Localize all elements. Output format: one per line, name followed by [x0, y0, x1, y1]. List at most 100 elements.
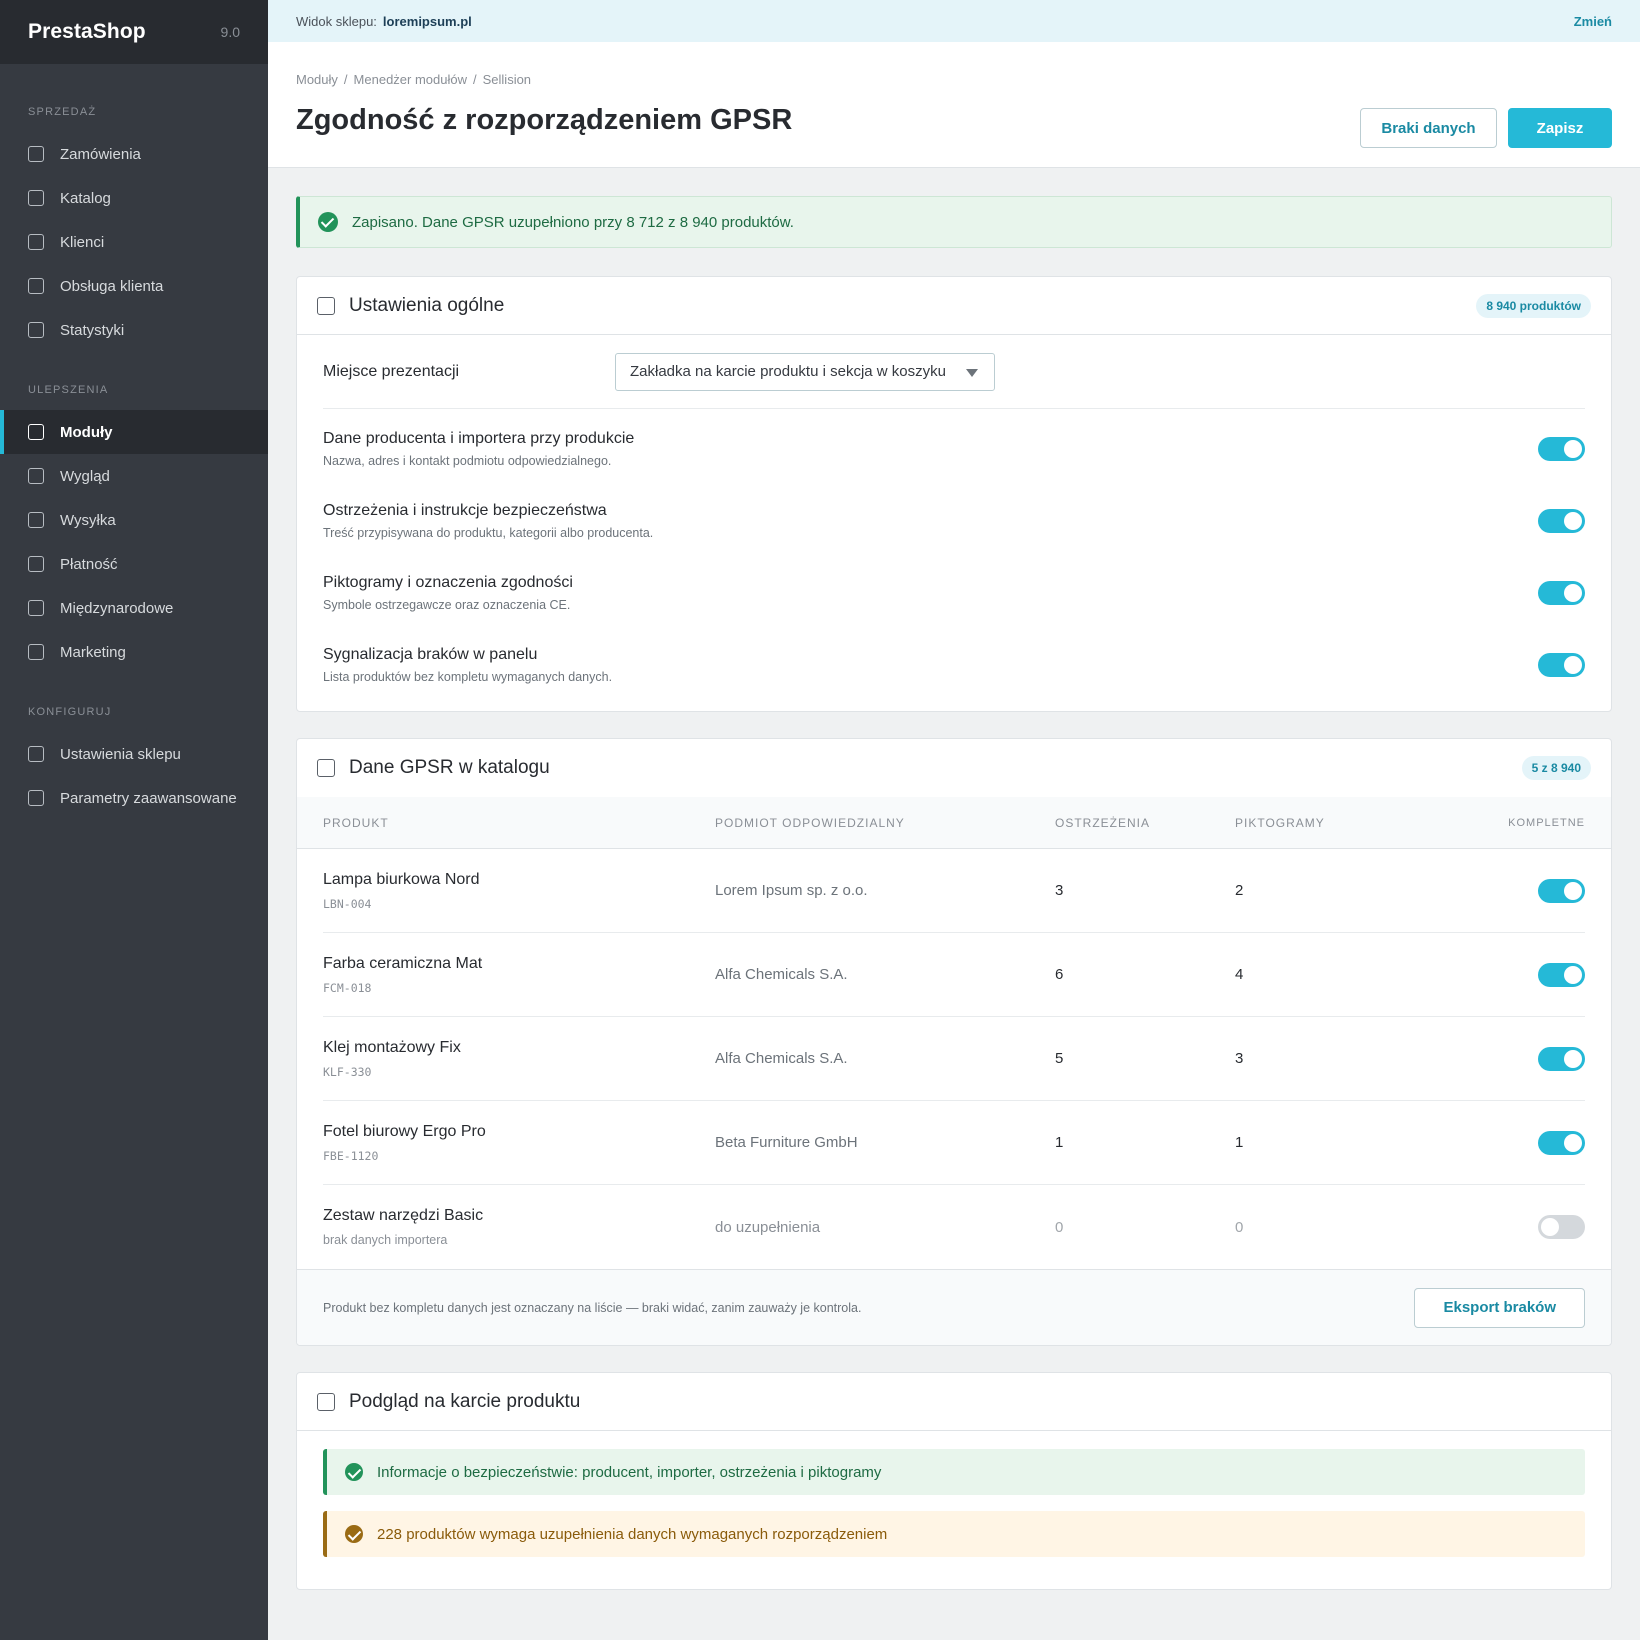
- brand-logo[interactable]: PrestaShop: [28, 20, 146, 44]
- responsible-subject: Lorem Ipsum sp. z o.o.: [715, 882, 868, 899]
- table-footer: Produkt bez kompletu danych jest oznacza…: [297, 1269, 1611, 1345]
- sidebar-item-stats[interactable]: Statystyki: [0, 308, 268, 352]
- card-header: Ustawienia ogólne 8 940 produktów: [297, 277, 1611, 335]
- pictograms-toggle[interactable]: [1538, 581, 1585, 605]
- product-name: Farba ceramiczna Mat: [323, 954, 483, 972]
- catalog-count-badge: 5 z 8 940: [1521, 756, 1591, 780]
- complete-toggle[interactable]: [1538, 1215, 1585, 1239]
- sidebar-item-international[interactable]: Międzynarodowe: [0, 586, 268, 630]
- toggle-title: Piktogramy i oznaczenia zgodności: [323, 574, 573, 591]
- placement-select[interactable]: Zakładka na karcie produktu i sekcja w k…: [615, 352, 995, 391]
- shop-context-bar: Widok sklepu: loremipsum.pl Zmień: [268, 0, 1640, 42]
- sidebar-item-modules[interactable]: Moduły: [0, 410, 268, 454]
- design-icon: [28, 468, 44, 484]
- customers-icon: [28, 234, 44, 250]
- complete-toggle[interactable]: [1538, 1046, 1585, 1071]
- sidebar-item-catalog[interactable]: Katalog: [0, 176, 268, 220]
- producer-toggle[interactable]: [1538, 437, 1585, 461]
- payment-icon: [28, 556, 44, 572]
- product-name: Klej montażowy Fix: [323, 1038, 461, 1056]
- version-label: 9.0: [220, 24, 240, 40]
- catalog-icon: [317, 759, 335, 777]
- export-missing-button[interactable]: Eksport braków: [1414, 1287, 1585, 1328]
- table-row[interactable]: Farba ceramiczna Mat FCM-018 Alfa Chemica…: [323, 933, 1585, 1017]
- responsible-subject: Beta Furniture GmbH: [715, 1134, 858, 1151]
- settings-icon: [317, 296, 335, 315]
- customer-service-icon: [28, 278, 44, 294]
- breadcrumb: Moduły / Menedżer modułów / Sellision: [296, 72, 531, 87]
- sidebar-item-marketing[interactable]: Marketing: [0, 630, 268, 674]
- product-sku: LBN-004: [323, 896, 372, 911]
- product-name: Lampa biurkowa Nord: [323, 870, 480, 888]
- sidebar-item-shop-settings[interactable]: Ustawienia sklepu: [0, 732, 268, 776]
- toggle-desc: Lista produktów bez kompletu wymaganych …: [323, 670, 613, 684]
- pictograms-count: 1: [1235, 1134, 1244, 1151]
- toggle-desc: Nazwa, adres i kontakt podmiotu odpowied…: [323, 454, 612, 468]
- toggle-desc: Treść przypisywana do produktu, kategori…: [323, 526, 654, 540]
- sidebar-item-shipping[interactable]: Wysyłka: [0, 498, 268, 542]
- footer-note: Produkt bez kompletu danych jest oznacza…: [323, 1300, 862, 1315]
- responsible-subject: do uzupełnienia: [715, 1218, 821, 1236]
- placement-selected-value: Zakładka na karcie produktu i sekcja w k…: [630, 363, 946, 380]
- nav-section-improve: ULEPSZENIA: [28, 384, 109, 396]
- chevron-down-icon: [966, 368, 978, 377]
- change-shop-link[interactable]: Zmień: [1574, 14, 1612, 29]
- pictograms-count: 3: [1235, 1050, 1244, 1067]
- sidebar-item-payment[interactable]: Płatność: [0, 542, 268, 586]
- sidebar-item-orders[interactable]: Zamówienia: [0, 132, 268, 176]
- card-title: Ustawienia ogólne: [349, 294, 505, 316]
- card-header: Dane GPSR w katalogu 5 z 8 940: [297, 739, 1611, 797]
- warnings-count: 0: [1055, 1218, 1064, 1236]
- nav-section-sales: SPRZEDAŻ: [28, 106, 97, 118]
- advanced-icon: [28, 790, 44, 806]
- product-note: brak danych importera: [323, 1233, 448, 1247]
- catalog-icon: [28, 190, 44, 206]
- missing-signal-toggle[interactable]: [1538, 653, 1585, 677]
- placement-label: Miejsce prezentacji: [323, 362, 460, 380]
- table-row[interactable]: Zestaw narzędzi Basic brak danych importe…: [323, 1185, 1585, 1269]
- stats-icon: [28, 322, 44, 338]
- warnings-toggle[interactable]: [1538, 509, 1585, 533]
- preview-body: Informacje o bezpieczeństwie: producent,…: [297, 1431, 1611, 1589]
- sidebar-item-customers[interactable]: Klienci: [0, 220, 268, 264]
- save-button[interactable]: Zapisz: [1508, 108, 1612, 148]
- shop-name[interactable]: loremipsum.pl: [383, 14, 472, 29]
- products-count-badge: 8 940 produktów: [1476, 294, 1591, 318]
- check-circle-icon: [318, 212, 338, 232]
- modules-icon: [28, 424, 44, 440]
- preview-card: Podgląd na karcie produktu Informacje o …: [296, 1372, 1612, 1590]
- complete-toggle[interactable]: [1538, 1130, 1585, 1155]
- product-name: Fotel biurowy Ergo Pro: [323, 1122, 486, 1140]
- complete-toggle[interactable]: [1538, 878, 1585, 903]
- missing-data-text: 228 produktów wymaga uzupełnienia danych…: [377, 1525, 888, 1543]
- safety-info-text: Informacje o bezpieczeństwie: producent,…: [377, 1463, 882, 1481]
- table-row[interactable]: Fotel biurowy Ergo Pro FBE-1120 Beta Furn…: [323, 1101, 1585, 1185]
- settings-body: Miejsce prezentacji Zakładka na karcie p…: [297, 335, 1611, 701]
- breadcrumb-modules[interactable]: Moduły: [296, 72, 338, 87]
- safety-info-notice: Informacje o bezpieczeństwie: producent,…: [323, 1449, 1585, 1495]
- main-content: Zapisano. Dane GPSR uzupełniono przy 8 7…: [296, 196, 1612, 1590]
- page-header: Moduły / Menedżer modułów / Sellision Zgodno…: [268, 42, 1640, 168]
- placement-row: Miejsce prezentacji Zakładka na karcie p…: [323, 335, 1585, 409]
- orders-icon: [28, 146, 44, 162]
- warnings-count: 1: [1055, 1134, 1064, 1151]
- shop-settings-icon: [28, 746, 44, 762]
- toggle-row-pictograms: Piktogramy i oznaczenia zgodności Symbole…: [323, 557, 1585, 629]
- toggle-row-producer: Dane producenta i importera przy produkc…: [323, 413, 1585, 485]
- sidebar-item-customer-service[interactable]: Obsługa klienta: [0, 264, 268, 308]
- missing-data-button[interactable]: Braki danych: [1360, 108, 1497, 148]
- breadcrumb-separator: /: [473, 72, 477, 87]
- general-settings-card: Ustawienia ogólne 8 940 produktów Miejsc…: [296, 276, 1612, 712]
- breadcrumb-module-manager[interactable]: Menedżer modułów: [354, 72, 467, 87]
- sidebar-item-design[interactable]: Wygląd: [0, 454, 268, 498]
- col-header-subject: PODMIOT ODPOWIEDZIALNY: [715, 815, 905, 830]
- table-row[interactable]: Klej montażowy Fix KLF-330 Alfa Chemicals…: [323, 1017, 1585, 1101]
- toggle-title: Sygnalizacja braków w panelu: [323, 646, 538, 663]
- table-row[interactable]: Lampa biurkowa Nord LBN-004 Lorem Ipsum s…: [323, 849, 1585, 933]
- sidebar-item-advanced[interactable]: Parametry zaawansowane: [0, 776, 268, 820]
- nav-section-configure: KONFIGURUJ: [28, 706, 112, 718]
- check-circle-icon: [345, 1463, 363, 1481]
- col-header-pictograms: PIKTOGRAMY: [1235, 815, 1325, 830]
- shipping-icon: [28, 512, 44, 528]
- complete-toggle[interactable]: [1538, 962, 1585, 987]
